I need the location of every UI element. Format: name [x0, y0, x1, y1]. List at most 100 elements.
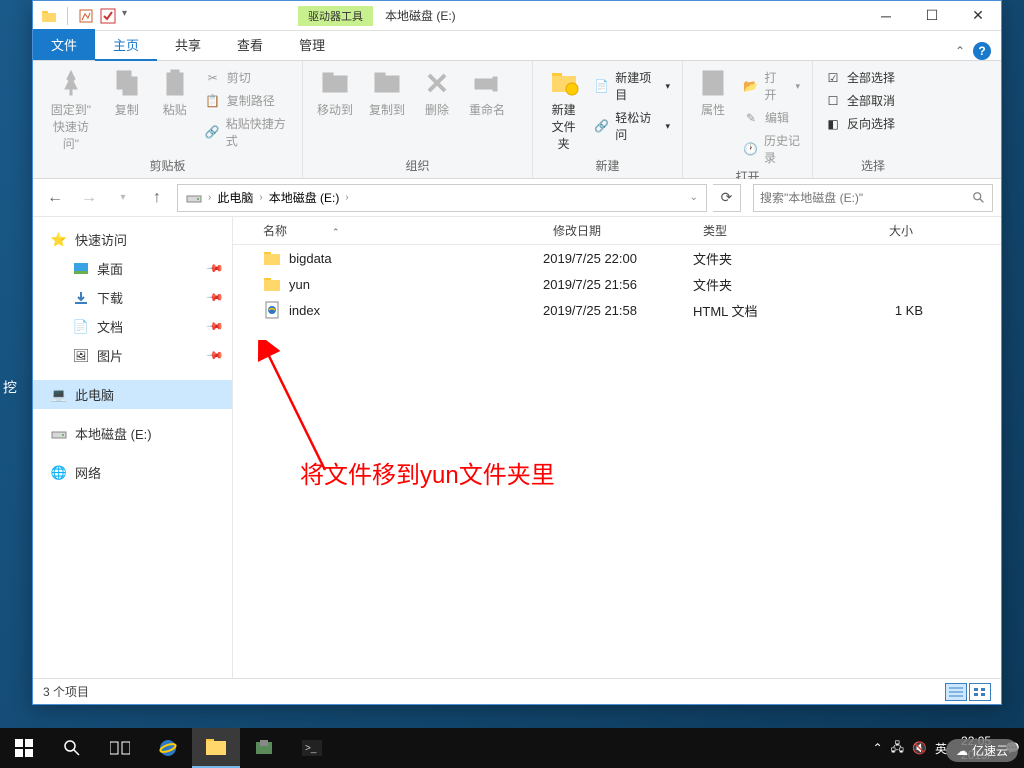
maximize-button[interactable]: ☐ — [909, 1, 955, 31]
start-button[interactable] — [0, 728, 48, 768]
refresh-button[interactable]: ⟳ — [713, 184, 741, 212]
tab-share[interactable]: 共享 — [157, 29, 219, 60]
sidebar-quick-access[interactable]: ⭐快速访问 — [33, 225, 232, 254]
select-all-icon: ☑ — [825, 70, 841, 86]
col-size[interactable]: 大小 — [823, 222, 923, 239]
file-name: index — [289, 303, 320, 318]
copy-to-button[interactable]: 复制到 — [363, 65, 411, 120]
view-details-button[interactable] — [945, 683, 967, 701]
tab-file[interactable]: 文件 — [33, 29, 95, 60]
file-name: bigdata — [289, 251, 332, 266]
drive-tools-label: 驱动器工具 — [298, 6, 373, 26]
cut-button[interactable]: ✂剪切 — [201, 67, 294, 88]
history-button[interactable]: 🕐历史记录 — [739, 130, 804, 168]
rename-button[interactable]: 重命名 — [463, 65, 511, 120]
pc-icon: 💻 — [51, 387, 67, 403]
copy-button[interactable]: 复制 — [105, 65, 149, 120]
pin-quick-access-button[interactable]: 固定到" 快速访问" — [41, 65, 101, 154]
pin-icon: 📌 — [206, 259, 225, 278]
search-icon[interactable] — [48, 728, 96, 768]
sidebar-downloads[interactable]: 下载📌 — [33, 283, 232, 312]
paste-button[interactable]: 粘贴 — [153, 65, 197, 120]
paste-shortcut-button[interactable]: 🔗粘贴快捷方式 — [201, 113, 294, 151]
new-folder-button[interactable]: 新建 文件夹 — [541, 65, 586, 154]
sidebar-network[interactable]: 🌐网络 — [33, 458, 232, 487]
sidebar-desktop[interactable]: 桌面📌 — [33, 254, 232, 283]
taskbar-app1[interactable] — [240, 728, 288, 768]
easy-access-button[interactable]: 🔗轻松访问▾ — [590, 107, 674, 145]
taskbar-ie[interactable] — [144, 728, 192, 768]
group-clipboard-label: 剪贴板 — [41, 157, 294, 176]
edit-button[interactable]: ✎编辑 — [739, 107, 804, 128]
back-button[interactable]: ← — [41, 184, 69, 212]
group-new-label: 新建 — [541, 157, 674, 176]
svg-text:>_: >_ — [305, 743, 317, 754]
file-row[interactable]: bigdata2019/7/25 22:00文件夹 — [233, 245, 1001, 271]
pin-icon: 📌 — [206, 288, 225, 307]
sidebar-this-pc[interactable]: 💻此电脑 — [33, 380, 232, 409]
address-bar[interactable]: › 此电脑 › 本地磁盘 (E:) › ⌄ — [177, 184, 707, 212]
tray-volume-icon[interactable]: 🔇 — [912, 741, 927, 755]
pictures-icon: 🖼 — [73, 348, 89, 364]
tray-network-icon[interactable]: 🖧 — [891, 738, 904, 759]
tray-chevron-up-icon[interactable]: ⌃ — [873, 741, 883, 755]
view-large-icons-button[interactable] — [969, 683, 991, 701]
search-box[interactable] — [753, 184, 993, 212]
minimize-button[interactable]: ─ — [863, 1, 909, 31]
qat-properties-icon[interactable] — [78, 8, 94, 24]
file-row[interactable]: yun2019/7/25 21:56文件夹 — [233, 271, 1001, 297]
file-date: 2019/7/25 21:58 — [543, 303, 693, 318]
properties-button[interactable]: 属性 — [691, 65, 735, 120]
titlebar: ▾ 驱动器工具 本地磁盘 (E:) ─ ☐ ✕ — [33, 1, 1001, 31]
sidebar-local-disk-e[interactable]: 本地磁盘 (E:) — [33, 419, 232, 448]
folder-icon — [41, 8, 57, 24]
search-input[interactable] — [760, 191, 972, 205]
scissors-icon: ✂ — [205, 70, 221, 86]
qat-checkbox-icon[interactable] — [100, 8, 116, 24]
col-date[interactable]: 修改日期 — [543, 222, 693, 239]
qat-dropdown-icon[interactable]: ▾ — [122, 8, 138, 24]
sort-asc-icon: ⌃ — [332, 227, 340, 237]
sidebar: ⭐快速访问 桌面📌 下载📌 📄文档📌 🖼图片📌 — [33, 217, 233, 678]
up-button[interactable]: ↑ — [143, 184, 171, 212]
taskbar-cmd[interactable]: >_ — [288, 728, 336, 768]
help-icon[interactable]: ? — [973, 42, 991, 60]
move-to-button[interactable]: 移动到 — [311, 65, 359, 120]
open-button[interactable]: 📂打开▾ — [739, 67, 804, 105]
tab-manage[interactable]: 管理 — [281, 29, 343, 60]
taskbar-explorer[interactable] — [192, 728, 240, 768]
delete-button[interactable]: 删除 — [415, 65, 459, 120]
select-all-button[interactable]: ☑全部选择 — [821, 67, 899, 88]
recent-dropdown[interactable]: ▾ — [109, 184, 137, 212]
collapse-ribbon-icon[interactable]: ⌃ — [955, 44, 965, 58]
rename-icon — [471, 67, 503, 99]
network-icon: 🌐 — [51, 465, 67, 481]
properties-icon — [697, 67, 729, 99]
pin-icon: 📌 — [206, 346, 225, 365]
forward-button[interactable]: → — [75, 184, 103, 212]
drive-icon — [51, 426, 67, 442]
crumb-this-pc[interactable]: 此电脑 — [213, 189, 257, 206]
select-none-button[interactable]: ☐全部取消 — [821, 90, 899, 111]
chevron-right-icon[interactable]: › — [257, 192, 264, 203]
task-view-icon[interactable] — [96, 728, 144, 768]
crumb-drive[interactable]: 本地磁盘 (E:) — [265, 189, 344, 206]
invert-selection-button[interactable]: ◧反向选择 — [821, 113, 899, 134]
file-row[interactable]: index2019/7/25 21:58HTML 文档1 KB — [233, 297, 1001, 323]
column-headers[interactable]: 名称 ⌃ 修改日期 类型 大小 — [233, 217, 1001, 245]
group-organize-label: 组织 — [311, 157, 524, 176]
addr-dropdown-icon[interactable]: ⌄ — [686, 192, 702, 203]
statusbar: 3 个项目 — [33, 678, 1001, 704]
new-item-button[interactable]: 📄新建项目▾ — [590, 67, 674, 105]
chevron-right-icon[interactable]: › — [206, 192, 213, 203]
sidebar-pictures[interactable]: 🖼图片📌 — [33, 341, 232, 370]
chevron-right-icon[interactable]: › — [343, 192, 350, 203]
tab-view[interactable]: 查看 — [219, 29, 281, 60]
col-type[interactable]: 类型 — [693, 222, 823, 239]
copy-path-button[interactable]: 📋复制路径 — [201, 90, 294, 111]
window-title: 本地磁盘 (E:) — [385, 7, 863, 24]
col-name[interactable]: 名称 — [263, 224, 287, 238]
sidebar-documents[interactable]: 📄文档📌 — [33, 312, 232, 341]
close-button[interactable]: ✕ — [955, 1, 1001, 31]
tab-home[interactable]: 主页 — [95, 29, 157, 60]
